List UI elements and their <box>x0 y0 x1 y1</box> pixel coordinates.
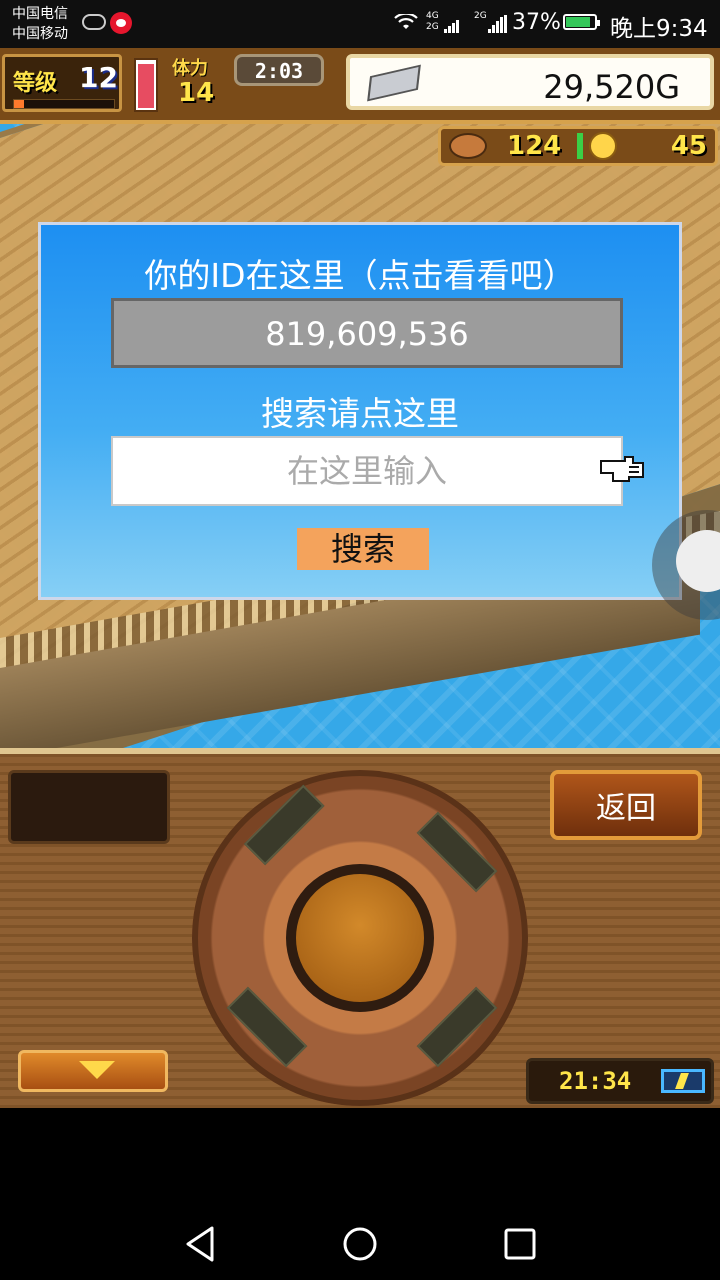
signal-icon <box>444 14 460 33</box>
weather-icon <box>82 14 106 30</box>
level-panel: 等级 12 <box>2 54 122 112</box>
nav-recent-icon[interactable] <box>498 1222 542 1266</box>
dialog-title: 你的ID在这里（点击看看吧） <box>144 256 576 295</box>
level-label: 等级 <box>13 71 58 96</box>
money-value: 29,520G <box>543 68 680 106</box>
dpad-spoke <box>416 811 498 893</box>
weibo-icon <box>110 12 132 34</box>
signal-icon-2 <box>488 14 508 33</box>
game-battery-icon <box>661 1069 705 1093</box>
status-clock: 晚上9:34 <box>610 16 708 42</box>
money-panel: 29,520G <box>346 54 714 110</box>
dpad-spoke <box>243 784 325 866</box>
timer-text: 2:03 <box>254 59 304 83</box>
navigation-bar <box>0 1108 720 1280</box>
resource-panel: 124 45 <box>438 126 718 166</box>
carrier-1: 中国电信 <box>12 6 68 22</box>
battery-percent: 37% <box>512 10 561 35</box>
game-view[interactable]: 等级 12 体力 14 2:03 29,520G 124 45 你的ID在这里（… <box>0 48 720 1108</box>
dpad-spoke <box>226 986 308 1068</box>
dpad-spoke <box>416 986 498 1068</box>
battery-icon <box>563 14 600 30</box>
network-type-1: 4G <box>426 11 439 21</box>
game-clock: 21:34 <box>559 1067 632 1095</box>
stamina-fill <box>138 64 154 108</box>
stamina-value: 14 <box>178 78 215 108</box>
pointing-hand-icon <box>600 456 644 482</box>
mini-screen-slot <box>8 770 170 844</box>
player-id-value: 819,609,536 <box>265 315 469 353</box>
resource-1-value: 124 <box>507 131 562 161</box>
level-value: 12 <box>79 61 118 94</box>
top-hud: 等级 12 体力 14 2:03 29,520G <box>0 48 720 124</box>
friend-id-dialog: 你的ID在这里（点击看看吧） 819,609,536 搜索请点这里 搜索 <box>38 222 682 600</box>
search-title: 搜索请点这里 <box>261 394 459 433</box>
nav-back-icon[interactable] <box>180 1222 224 1266</box>
directional-pad[interactable] <box>192 770 528 1106</box>
level-progress-bar <box>13 99 115 109</box>
wifi-icon <box>394 14 418 29</box>
search-input[interactable] <box>111 436 623 506</box>
nav-home-icon[interactable] <box>338 1222 382 1266</box>
silver-bar-icon <box>367 64 421 102</box>
dpad-center-button[interactable] <box>286 864 434 1012</box>
controller-panel: 返回 21:34 <box>0 748 720 1108</box>
player-id-box[interactable]: 819,609,536 <box>111 298 623 368</box>
carrier-2: 中国移动 <box>12 26 68 42</box>
search-button[interactable]: 搜索 <box>297 528 429 570</box>
status-bar: 中国电信 中国移动 4G 2G 2G 37% 晚上9:34 <box>0 0 720 48</box>
network-type-3: 2G <box>474 11 487 21</box>
resource-2-value: 45 <box>670 131 707 161</box>
level-progress-fill <box>14 100 24 108</box>
menu-down-button[interactable] <box>18 1050 168 1092</box>
medal-icon <box>589 132 617 160</box>
resource-divider <box>577 133 583 159</box>
back-button[interactable]: 返回 <box>550 770 702 840</box>
stamina-label: 体力 <box>172 58 208 79</box>
network-type-2: 2G <box>426 22 439 32</box>
game-clock-panel: 21:34 <box>526 1058 714 1104</box>
carrier-names: 中国电信 中国移动 <box>12 4 68 44</box>
bean-icon <box>449 133 487 159</box>
timer-badge: 2:03 <box>234 54 324 86</box>
stamina-gauge <box>134 58 158 112</box>
